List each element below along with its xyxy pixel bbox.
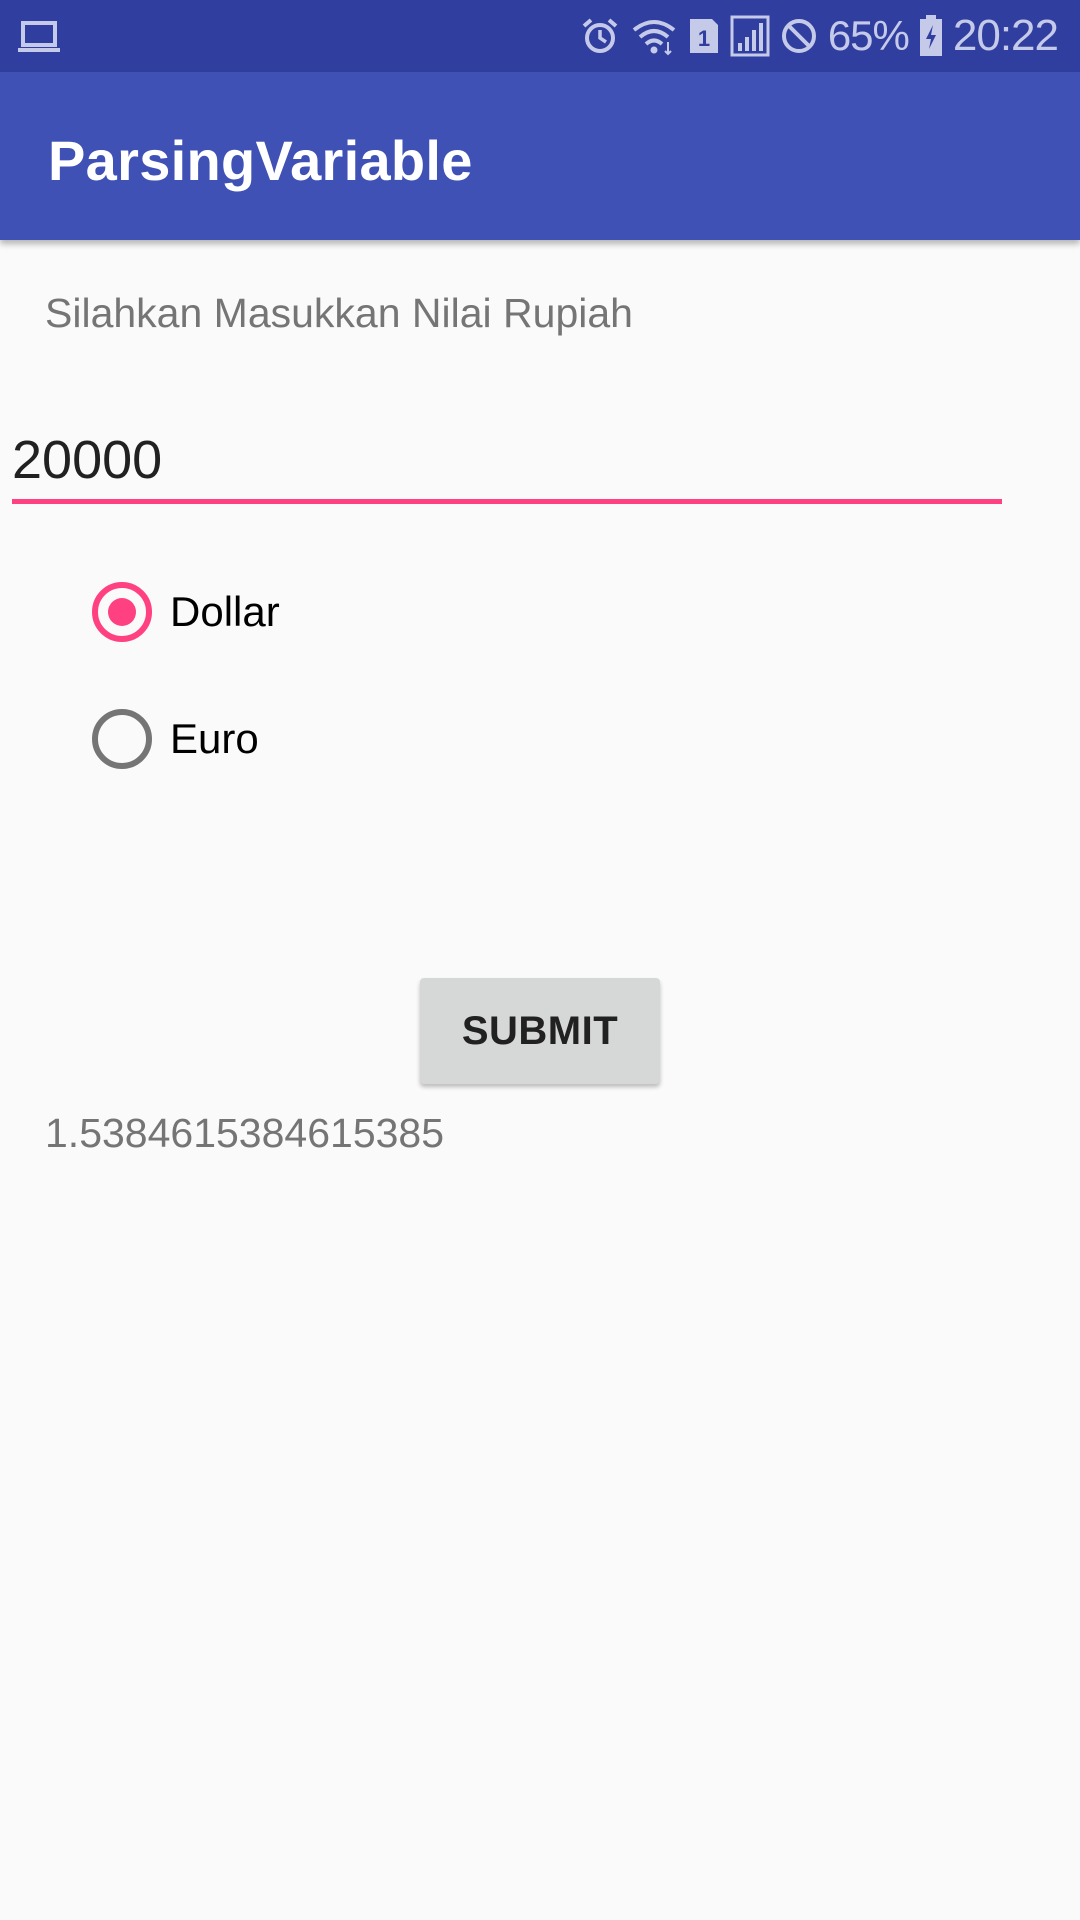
- conversion-result: 1.5384615384615385: [45, 1110, 445, 1156]
- sim-icon: 1: [688, 17, 720, 55]
- radio-label-euro: Euro: [170, 715, 259, 762]
- app-title: ParsingVariable: [48, 129, 473, 192]
- sim-slot-number: 1: [698, 26, 710, 51]
- laptop-icon: [18, 20, 60, 59]
- radio-option-dollar[interactable]: Dollar: [92, 576, 280, 648]
- radio-label-dollar: Dollar: [170, 588, 280, 635]
- submit-button[interactable]: SUBMIT: [420, 978, 660, 1084]
- amount-input[interactable]: [12, 420, 1002, 504]
- clock: 20:22: [952, 11, 1059, 60]
- app-bar: ParsingVariable: [0, 72, 1080, 240]
- alarm-icon: [580, 16, 620, 56]
- signal-icon: [730, 15, 770, 57]
- battery-charging-icon: [919, 15, 943, 57]
- radio-dot: [108, 598, 136, 626]
- wifi-icon: [630, 16, 678, 56]
- radio-button-checked[interactable]: [92, 582, 152, 642]
- radio-button-unchecked[interactable]: [92, 709, 152, 769]
- battery-percent: 65%: [827, 12, 910, 59]
- amount-prompt-label: Silahkan Masukkan Nilai Rupiah: [45, 290, 633, 336]
- radio-option-euro[interactable]: Euro: [92, 703, 259, 775]
- status-bar: 1 65% 20:22: [0, 0, 1080, 72]
- do-not-disturb-icon: [780, 17, 818, 55]
